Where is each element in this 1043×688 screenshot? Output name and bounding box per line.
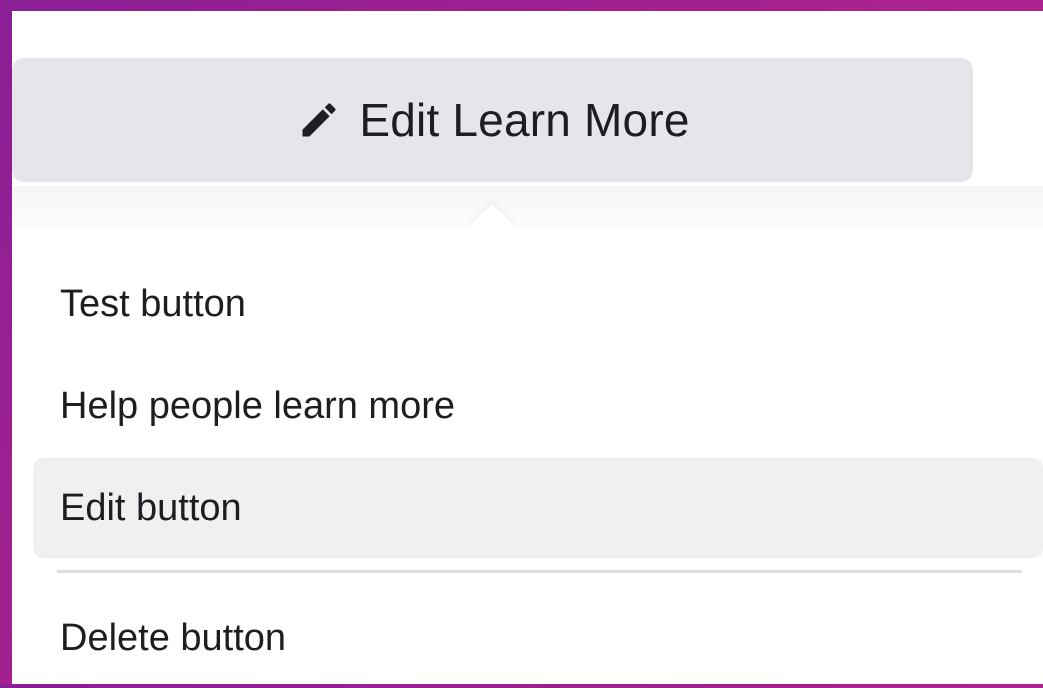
menu-item-test-button[interactable]: Test button	[33, 254, 1043, 354]
menu-item-edit-button[interactable]: Edit button	[33, 458, 1043, 558]
menu-item-label: Delete button	[60, 616, 287, 659]
menu-item-label: Help people learn more	[60, 384, 456, 427]
menu-item-delete-button[interactable]: Delete button	[33, 588, 1043, 688]
dropdown-caret	[468, 204, 516, 228]
edit-learn-more-label: Edit Learn More	[359, 94, 690, 146]
menu-divider	[57, 570, 1022, 573]
edit-learn-more-button[interactable]: Edit Learn More	[12, 58, 973, 182]
menu-item-label: Test button	[60, 282, 246, 325]
pencil-icon	[295, 96, 343, 144]
menu-item-label: Edit button	[60, 486, 242, 529]
menu-item-help-people-learn-more[interactable]: Help people learn more	[33, 356, 1043, 456]
dropdown-menu: Test button Help people learn more Edit …	[12, 228, 1043, 684]
